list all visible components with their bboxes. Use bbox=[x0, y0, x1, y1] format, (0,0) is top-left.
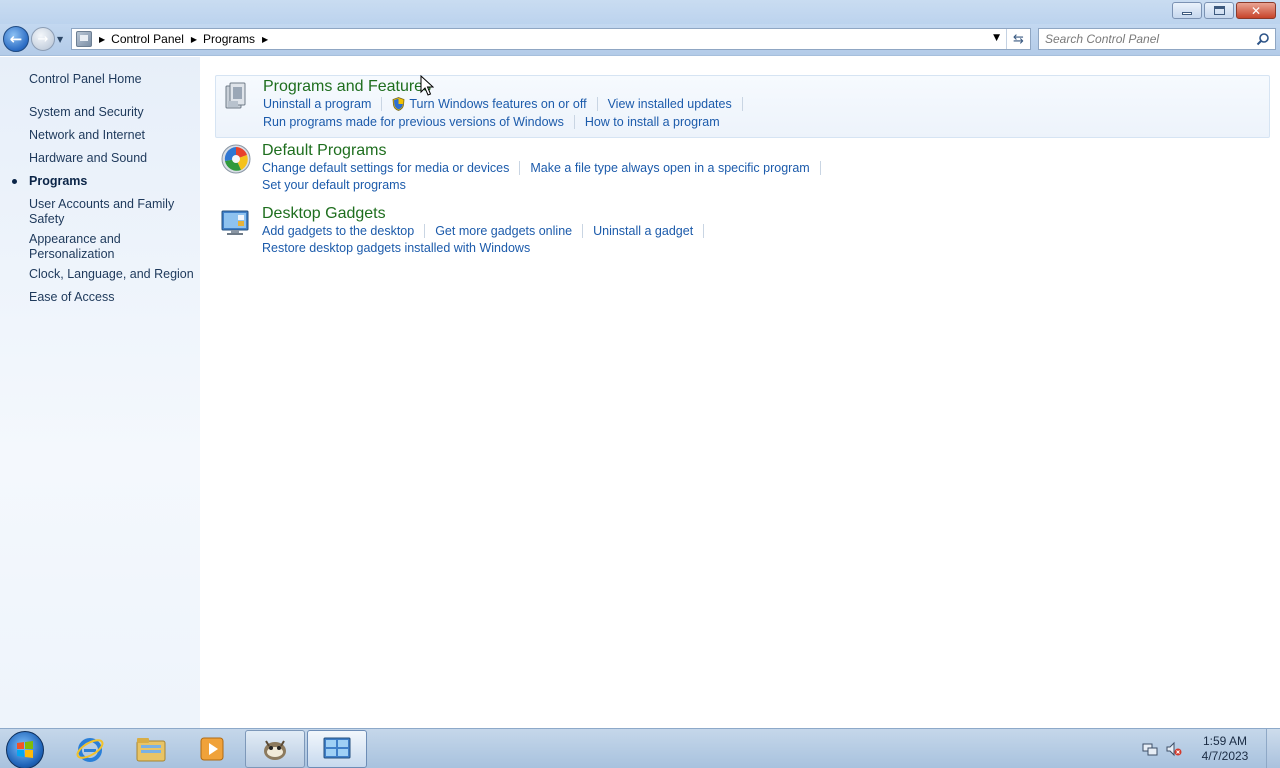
how-to-install-link[interactable]: How to install a program bbox=[585, 115, 720, 129]
turn-windows-features-link[interactable]: Turn Windows features on or off bbox=[409, 97, 586, 111]
task-separator bbox=[573, 115, 575, 129]
task-row: Uninstall a program Turn Windows feature… bbox=[263, 97, 753, 111]
task-row: Run programs made for previous versions … bbox=[263, 115, 720, 129]
restore-button[interactable] bbox=[1204, 2, 1234, 19]
title-bar[interactable]: ✕ bbox=[0, 0, 1280, 24]
minimize-button[interactable] bbox=[1172, 2, 1202, 19]
taskbar-media-player[interactable] bbox=[182, 729, 242, 768]
uac-shield-icon bbox=[392, 97, 405, 111]
sidebar-item-user-accounts[interactable]: User Accounts and Family Safety bbox=[29, 197, 179, 227]
task-separator bbox=[381, 97, 383, 111]
uninstall-program-link[interactable]: Uninstall a program bbox=[263, 97, 371, 111]
run-older-programs-link[interactable]: Run programs made for previous versions … bbox=[263, 115, 564, 129]
main-content: Programs and Features Uninstall a progra… bbox=[200, 57, 1280, 728]
system-tray: 1:59 AM 4/7/2023 bbox=[1142, 729, 1280, 768]
back-button[interactable]: ← bbox=[3, 26, 29, 52]
close-icon: ✕ bbox=[1250, 3, 1262, 18]
search-icon[interactable] bbox=[1256, 32, 1270, 46]
breadcrumb-separator-icon[interactable]: ▶ bbox=[262, 35, 268, 44]
task-separator bbox=[424, 224, 426, 238]
forward-arrow-icon: → bbox=[37, 31, 49, 47]
programs-and-features-link[interactable]: Programs and Features bbox=[263, 78, 431, 96]
network-icon[interactable] bbox=[1142, 741, 1158, 757]
refresh-button[interactable]: ⇆ bbox=[1006, 29, 1030, 49]
category-desktop-gadgets: Desktop Gadgets Add gadgets to the deskt… bbox=[215, 202, 1270, 262]
sidebar-item-programs: Programs bbox=[29, 174, 88, 188]
task-row: Restore desktop gadgets installed with W… bbox=[262, 241, 530, 255]
clock-date: 4/7/2023 bbox=[1201, 749, 1249, 763]
back-arrow-icon: ← bbox=[9, 30, 23, 48]
restore-gadgets-link[interactable]: Restore desktop gadgets installed with W… bbox=[262, 241, 530, 255]
forward-button[interactable]: → bbox=[31, 27, 55, 51]
default-programs-icon bbox=[221, 144, 251, 174]
task-separator bbox=[519, 161, 521, 175]
search-input[interactable] bbox=[1045, 32, 1255, 46]
change-default-settings-link[interactable]: Change default settings for media or dev… bbox=[262, 161, 509, 175]
control-panel-location-icon bbox=[76, 31, 92, 47]
taskbar-control-panel[interactable] bbox=[307, 730, 367, 768]
taskbar-gimp[interactable] bbox=[245, 730, 305, 768]
taskbar: 1:59 AM 4/7/2023 bbox=[0, 728, 1280, 768]
breadcrumb-separator-icon[interactable]: ▶ bbox=[191, 35, 197, 44]
sidebar-item-network-and-internet[interactable]: Network and Internet bbox=[29, 128, 194, 143]
breadcrumb-control-panel[interactable]: Control Panel bbox=[111, 32, 184, 46]
control-panel-icon bbox=[323, 737, 351, 759]
windows-explorer-icon bbox=[136, 738, 166, 762]
control-panel-window: ✕ ← → ▼ ▶ Control Panel ▶ Programs ▶ ▼ ⇆… bbox=[0, 0, 1280, 728]
address-dropdown-icon[interactable]: ▼ bbox=[993, 33, 1000, 43]
breadcrumb-separator-icon[interactable]: ▶ bbox=[99, 35, 105, 44]
task-separator bbox=[582, 224, 584, 238]
mouse-cursor-icon bbox=[420, 75, 434, 96]
active-bullet-icon bbox=[12, 179, 17, 184]
add-gadgets-link[interactable]: Add gadgets to the desktop bbox=[262, 224, 414, 238]
view-installed-updates-link[interactable]: View installed updates bbox=[608, 97, 732, 111]
task-row: Set your default programs bbox=[262, 178, 406, 192]
category-default-programs: Default Programs Change default settings… bbox=[215, 139, 1270, 199]
navigation-bar: ← → ▼ ▶ Control Panel ▶ Programs ▶ ▼ ⇆ bbox=[0, 24, 1280, 56]
task-separator bbox=[819, 161, 821, 175]
refresh-icon: ⇆ bbox=[1013, 31, 1024, 47]
default-programs-link[interactable]: Default Programs bbox=[262, 142, 387, 160]
taskbar-windows-explorer[interactable] bbox=[121, 729, 181, 768]
taskbar-clock[interactable]: 1:59 AM 4/7/2023 bbox=[1190, 734, 1260, 764]
volume-muted-icon[interactable] bbox=[1166, 741, 1182, 757]
sidebar-item-system-and-security[interactable]: System and Security bbox=[29, 105, 194, 120]
caption-buttons: ✕ bbox=[1172, 2, 1276, 19]
set-default-programs-link[interactable]: Set your default programs bbox=[262, 178, 406, 192]
sidebar-item-control-panel-home[interactable]: Control Panel Home bbox=[29, 72, 194, 87]
sidebar-item-appearance[interactable]: Appearance and Personalization bbox=[29, 232, 139, 262]
taskbar-internet-explorer[interactable] bbox=[60, 729, 120, 768]
task-row: Change default settings for media or dev… bbox=[262, 161, 831, 175]
desktop-gadgets-link[interactable]: Desktop Gadgets bbox=[262, 205, 386, 223]
task-separator bbox=[703, 224, 705, 238]
gimp-icon bbox=[264, 740, 286, 760]
task-separator bbox=[596, 97, 598, 111]
programs-features-icon bbox=[225, 82, 246, 109]
show-desktop-button[interactable] bbox=[1266, 729, 1280, 768]
file-type-association-link[interactable]: Make a file type always open in a specif… bbox=[530, 161, 809, 175]
media-player-icon bbox=[200, 737, 224, 761]
address-bar[interactable]: ▶ Control Panel ▶ Programs ▶ ▼ ⇆ bbox=[71, 28, 1031, 50]
task-row: Add gadgets to the desktop Get more gadg… bbox=[262, 224, 714, 238]
get-more-gadgets-link[interactable]: Get more gadgets online bbox=[435, 224, 572, 238]
windows-logo-icon bbox=[17, 741, 33, 758]
clock-time: 1:59 AM bbox=[1202, 734, 1248, 748]
recent-pages-button[interactable]: ▼ bbox=[57, 35, 63, 44]
start-button[interactable] bbox=[6, 731, 44, 768]
sidebar-item-clock-language-region[interactable]: Clock, Language, and Region bbox=[29, 267, 194, 282]
left-navigation-pane: Control Panel Home System and Security N… bbox=[0, 57, 200, 728]
search-box bbox=[1038, 28, 1276, 50]
internet-explorer-icon bbox=[76, 738, 104, 762]
close-button[interactable]: ✕ bbox=[1236, 2, 1276, 19]
breadcrumb-programs[interactable]: Programs bbox=[203, 32, 255, 46]
desktop-gadgets-icon bbox=[221, 210, 249, 235]
category-programs-and-features: Programs and Features Uninstall a progra… bbox=[215, 75, 1270, 138]
task-separator bbox=[741, 97, 743, 111]
sidebar-item-ease-of-access[interactable]: Ease of Access bbox=[29, 290, 194, 305]
sidebar-item-hardware-and-sound[interactable]: Hardware and Sound bbox=[29, 151, 194, 166]
restore-icon bbox=[1213, 6, 1225, 15]
minimize-icon bbox=[1182, 12, 1192, 15]
uninstall-gadget-link[interactable]: Uninstall a gadget bbox=[593, 224, 693, 238]
